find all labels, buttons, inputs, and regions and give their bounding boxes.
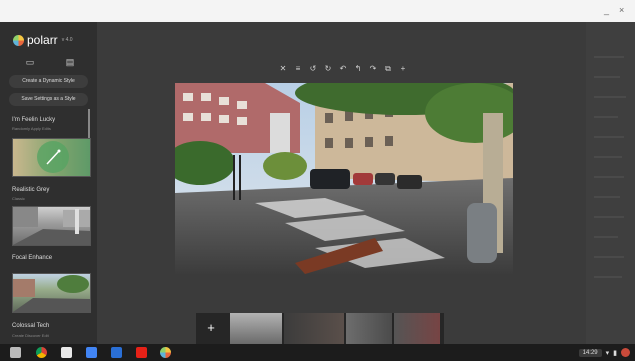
minimize-button[interactable]: _ [604,5,609,15]
grid-icon[interactable]: ≡ [293,64,303,74]
adjustments-panel [586,22,635,344]
tray-time[interactable]: 14:29 [578,348,602,357]
polarr-logo-icon [13,34,24,46]
style-desc: Classic [12,196,25,201]
rotate-right-icon[interactable]: ↻ [323,64,333,74]
style-name[interactable]: Colossal Tech [12,323,49,329]
avatar[interactable] [621,348,630,357]
logo: polarr v 4.0 [13,32,73,48]
film-thumbnail-active[interactable] [230,313,282,346]
battery-icon: ▮ [613,349,617,357]
folder-icon[interactable]: ▭ [24,57,36,67]
film-thumbnail[interactable] [346,313,392,344]
film-thumbnail[interactable] [394,313,440,344]
files-icon[interactable] [111,347,122,358]
style-thumbnail-grey[interactable] [12,206,91,246]
main-photo-canvas[interactable] [175,83,513,274]
style-name[interactable]: Realistic Grey [12,187,49,193]
save-icon[interactable]: ▤ [64,57,76,67]
sidebar-tabs-line[interactable]: Create Discover Edit [12,333,49,338]
style-name[interactable]: Focal Enhance [12,255,52,261]
youtube-icon[interactable] [136,347,147,358]
style-thumbnail-lucky[interactable] [12,138,91,177]
chrome-icon[interactable] [36,347,47,358]
filmstrip: + [196,313,444,346]
street-thumbnail-image [13,207,90,245]
create-style-button[interactable]: Create a Dynamic Style [9,75,88,88]
styles-sidebar: polarr v 4.0 ▭ ▤ Create a Dynamic Style … [0,22,97,344]
app-window: polarr v 4.0 ▭ ▤ Create a Dynamic Style … [0,22,635,346]
launcher-icon[interactable] [10,347,21,358]
gmail-icon[interactable] [61,347,72,358]
film-thumbnail[interactable] [284,313,344,344]
crop-icon[interactable]: ✕ [278,64,288,74]
save-style-label: Save Settings as a Style [21,96,76,102]
save-style-button[interactable]: Save Settings as a Style [9,93,88,106]
style-thumbnail-focal[interactable] [12,273,91,313]
undo-icon[interactable]: ↶ [338,64,348,74]
close-button[interactable]: × [619,5,624,15]
docs-icon[interactable] [86,347,97,358]
undo-all-icon[interactable]: ↰ [353,64,363,74]
rotate-left-icon[interactable]: ↺ [308,64,318,74]
street-photo [175,83,513,274]
compare-icon[interactable]: ⧉ [383,64,393,74]
redo-icon[interactable]: ↷ [368,64,378,74]
version-label: v 4.0 [61,37,73,43]
brand-name: polarr [27,33,58,47]
polarr-icon[interactable] [160,347,171,358]
add-photo-button[interactable]: + [204,321,218,335]
title-bar: _ × [0,0,635,22]
edit-toolbar: ✕ ≡ ↺ ↻ ↶ ↰ ↷ ⧉ + [278,64,408,74]
create-style-label: Create a Dynamic Style [22,78,75,84]
os-taskbar: 14:29 ▾ ▮ [0,344,635,361]
system-tray[interactable]: 14:29 ▾ ▮ [578,346,630,359]
zoom-icon[interactable]: + [398,64,408,74]
style-name[interactable]: I'm Feelin Lucky [12,117,55,123]
street-thumbnail-image [13,275,90,312]
magic-wand-icon [37,141,69,173]
wifi-icon: ▾ [605,349,610,357]
style-desc: Randomly Apply Edits [12,126,51,131]
